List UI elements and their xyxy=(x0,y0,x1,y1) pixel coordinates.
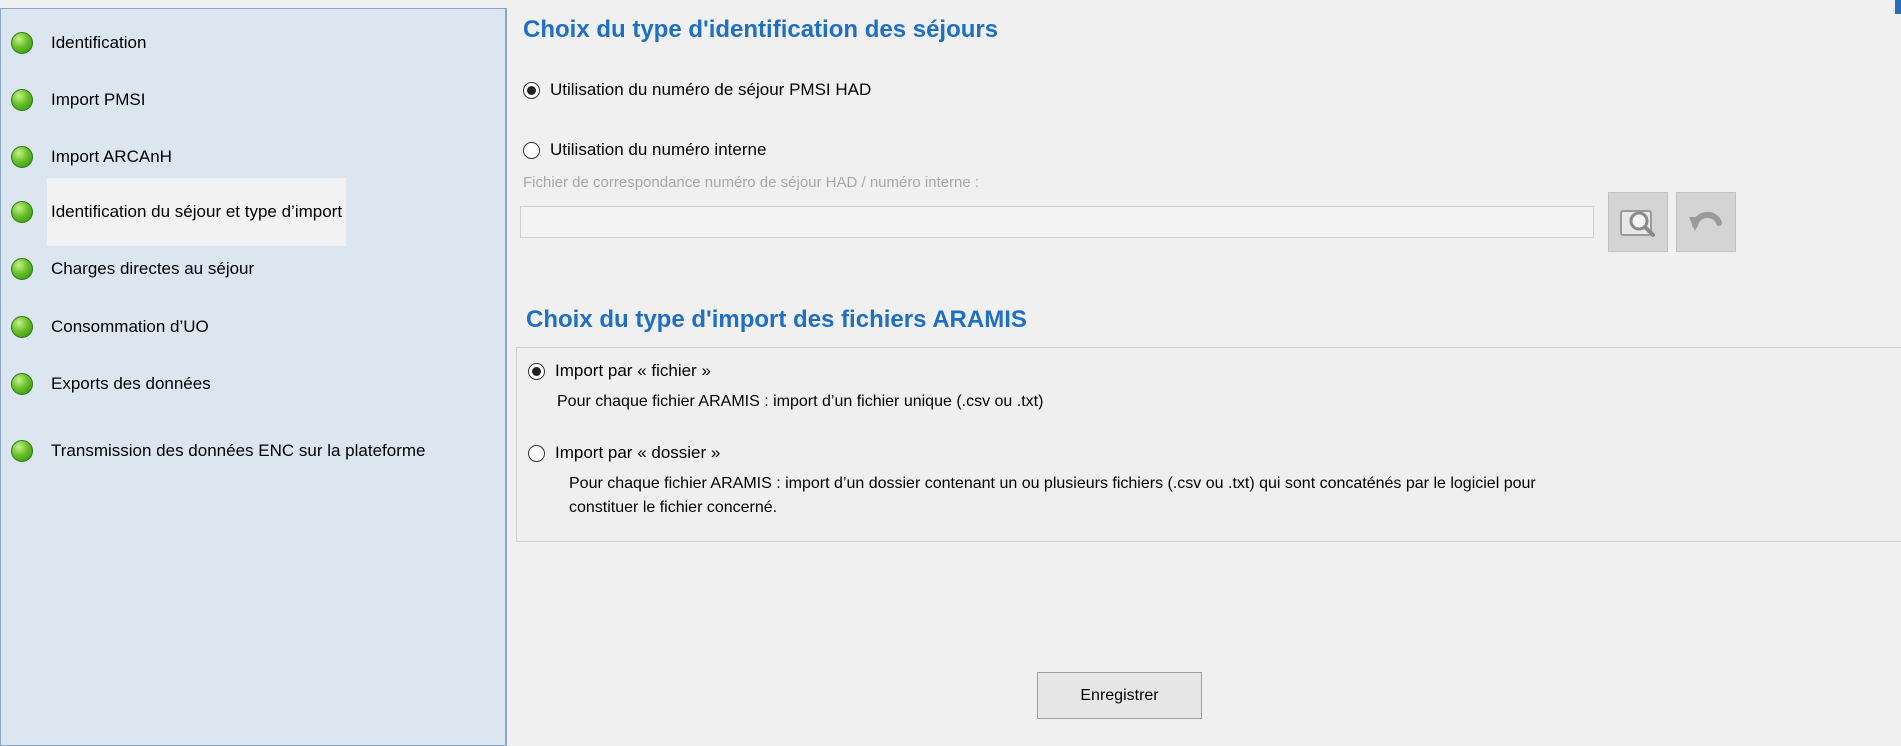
sidebar-item-transmission[interactable]: Transmission des données ENC sur la plat… xyxy=(11,417,501,485)
status-ok-icon xyxy=(11,440,33,462)
status-ok-icon xyxy=(11,32,33,54)
radio-label: Import par « fichier » xyxy=(555,361,711,380)
option-folder-description-line-1: Pour chaque fichier ARAMIS : import d’un… xyxy=(569,475,1536,492)
radio-checked-icon[interactable] xyxy=(523,81,540,99)
sidebar-item-label: Transmission des données ENC sur la plat… xyxy=(51,441,426,460)
radio-label: Utilisation du numéro de séjour PMSI HAD xyxy=(550,80,872,99)
reset-button[interactable] xyxy=(1676,192,1736,252)
file-correspondence-label: Fichier de correspondance numéro de séjo… xyxy=(523,174,980,191)
radio-option-pmsi[interactable]: Utilisation du numéro de séjour PMSI HAD xyxy=(523,80,871,100)
option-folder-description-line-2: constituer le fichier concerné. xyxy=(569,499,778,516)
magnifier-folder-icon xyxy=(1620,210,1655,237)
sidebar-item-exports[interactable]: Exports des données xyxy=(11,350,501,418)
status-ok-icon xyxy=(11,201,33,223)
main-content: Choix du type d'identification des séjou… xyxy=(510,0,1901,746)
sidebar-nav: Identification Import PMSI Import ARCAnH… xyxy=(0,8,507,746)
section-title-import-type: Choix du type d'import des fichiers ARAM… xyxy=(526,306,1027,333)
status-ok-icon xyxy=(11,89,33,111)
radio-unchecked-icon[interactable] xyxy=(523,141,540,159)
radio-label: Import par « dossier » xyxy=(555,443,721,462)
save-button[interactable]: Enregistrer xyxy=(1037,672,1202,719)
file-correspondence-input[interactable] xyxy=(520,206,1594,238)
status-ok-icon xyxy=(11,316,33,338)
status-ok-icon xyxy=(11,373,33,395)
status-ok-icon xyxy=(11,146,33,168)
undo-arrow-icon xyxy=(1689,212,1722,231)
radio-option-folder[interactable]: Import par « dossier » xyxy=(528,443,720,463)
status-ok-icon xyxy=(11,258,33,280)
option-file-description: Pour chaque fichier ARAMIS : import d’un… xyxy=(557,393,1044,410)
sidebar-item-label: Exports des données xyxy=(51,374,211,393)
radio-option-internal[interactable]: Utilisation du numéro interne xyxy=(523,140,766,160)
radio-option-file[interactable]: Import par « fichier » xyxy=(528,361,711,381)
option-folder-description: Pour chaque fichier ARAMIS : import d’un… xyxy=(569,472,1536,520)
radio-label: Utilisation du numéro interne xyxy=(550,140,767,159)
import-type-panel: Import par « fichier » Pour chaque fichi… xyxy=(516,347,1901,542)
radio-unchecked-icon[interactable] xyxy=(528,444,545,462)
radio-checked-icon[interactable] xyxy=(528,362,545,380)
browse-button[interactable] xyxy=(1608,192,1668,252)
section-title-identification: Choix du type d'identification des séjou… xyxy=(523,16,999,43)
